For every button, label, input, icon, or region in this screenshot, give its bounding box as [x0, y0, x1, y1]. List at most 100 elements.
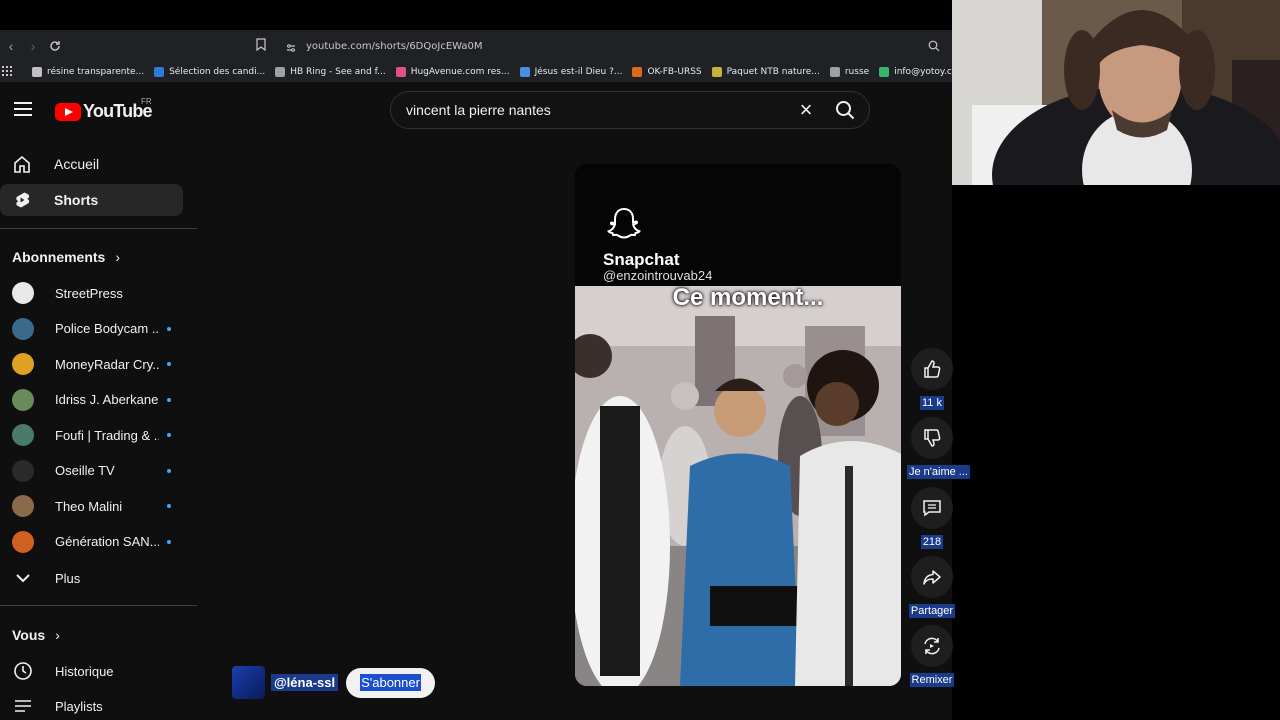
share-action[interactable]: Partager: [907, 556, 957, 619]
apps-icon[interactable]: [2, 63, 12, 81]
clear-search-icon[interactable]: ×: [791, 97, 821, 123]
bookmark-item[interactable]: résine transparente...: [32, 67, 144, 77]
sidebar-item-label: Accueil: [54, 156, 100, 172]
snapchat-ghost-icon: [607, 207, 641, 239]
bookmark-favicon-icon: [32, 67, 42, 77]
new-content-dot: [167, 326, 171, 331]
you-title: Vous: [12, 627, 46, 643]
bookmark-item[interactable]: Jésus est-il Dieu ?...: [519, 67, 622, 77]
search-box[interactable]: vincent la pierre nantes ×: [390, 91, 870, 129]
bookmark-label: info@yotoy.com: [894, 67, 952, 77]
subscriptions-title: Abonnements: [12, 249, 106, 265]
new-content-dot: [167, 362, 171, 366]
channel-avatar: [12, 459, 34, 482]
subscription-item[interactable]: Police Bodycam ...: [12, 317, 187, 341]
bookmark-favicon-icon: [632, 67, 643, 77]
remix-action[interactable]: Remixer: [907, 625, 957, 688]
sidebar: Accueil Shorts Abonnements › StreetPress…: [0, 138, 197, 720]
bookmark-item[interactable]: Sélection des candi...: [154, 67, 265, 77]
bookmark-favicon-icon: [829, 67, 840, 77]
comment-icon: [923, 500, 941, 517]
subscription-item[interactable]: Génération SAN...: [12, 530, 187, 554]
youtube-logo[interactable]: YouTube FR: [55, 97, 153, 122]
subscription-label: Idriss J. Aberkane: [55, 392, 159, 407]
menu-icon[interactable]: [14, 102, 32, 116]
site-info-icon[interactable]: [286, 40, 296, 58]
bookmark-favicon-icon: [154, 67, 165, 77]
subscribe-button[interactable]: S'abonner: [346, 667, 435, 698]
bookmark-favicon-icon: [879, 67, 890, 77]
bookmark-label: Paquet NTB nature...: [726, 67, 820, 77]
webcam-image: [952, 0, 1280, 185]
channel-avatar[interactable]: [232, 666, 265, 699]
like-count: 11 k: [920, 396, 944, 410]
sidebar-divider: [0, 605, 197, 606]
sidebar-more[interactable]: Plus: [12, 566, 187, 590]
subscription-item[interactable]: Theo Malini: [12, 494, 187, 518]
subscription-label: Police Bodycam ...: [55, 321, 159, 336]
sidebar-item-playlists[interactable]: Playlists: [12, 694, 187, 718]
snapchat-title: Snapchat: [603, 250, 680, 269]
bookmarks-bar: résine transparente... Sélection des cand…: [0, 62, 952, 82]
subscription-item[interactable]: Foufi | Trading & ...: [12, 423, 187, 447]
short-video-player[interactable]: Snapchat @enzointrouvab24 Ce moment...: [575, 164, 901, 686]
like-button[interactable]: [911, 348, 953, 390]
snapchat-handle: @enzointrouvab24: [603, 268, 713, 283]
bookmark-item[interactable]: HugAvenue.com res...: [395, 67, 510, 77]
bookmark-label: russe: [844, 67, 870, 77]
search-button[interactable]: [821, 92, 869, 128]
subscription-item[interactable]: MoneyRadar Cry...: [12, 352, 187, 376]
new-content-dot: [167, 468, 171, 473]
dislike-button[interactable]: [911, 417, 953, 459]
bookmark-item[interactable]: HB Ring - See and f...: [275, 67, 386, 77]
sidebar-item-home[interactable]: Accueil: [0, 148, 183, 180]
subscription-item[interactable]: Oseille TV: [12, 459, 187, 483]
bookmark-favicon-icon: [711, 67, 722, 77]
like-action[interactable]: 11 k: [907, 348, 957, 411]
channel-name[interactable]: @léna-ssl: [271, 674, 339, 691]
subscriptions-header[interactable]: Abonnements ›: [12, 249, 120, 265]
comments-action[interactable]: 218: [907, 487, 957, 550]
subscription-label: Theo Malini: [55, 498, 123, 514]
bookmark-label: HugAvenue.com res...: [410, 67, 510, 77]
chevron-right-icon: ›: [115, 249, 121, 265]
dislike-action[interactable]: Je n'aime ...: [907, 417, 970, 480]
address-bar[interactable]: youtube.com/shorts/6DQoJcEWa0M: [256, 34, 948, 58]
sidebar-item-history[interactable]: Historique: [12, 659, 187, 683]
subscription-label: Foufi | Trading & ...: [55, 427, 159, 443]
zoom-icon[interactable]: [928, 39, 940, 57]
search-input[interactable]: vincent la pierre nantes: [406, 102, 791, 118]
youtube-header: YouTube FR vincent la pierre nantes ×: [0, 82, 952, 138]
subscription-item[interactable]: StreetPress: [12, 281, 187, 305]
bookmark-item[interactable]: russe: [829, 67, 870, 77]
forward-icon[interactable]: ›: [22, 35, 44, 57]
bookmark-item[interactable]: info@yotoy.com: [879, 67, 952, 77]
back-icon[interactable]: ‹: [0, 35, 22, 57]
thumbs-down-icon: [924, 429, 941, 447]
reload-icon[interactable]: [44, 35, 66, 57]
sidebar-item-shorts[interactable]: Shorts: [0, 184, 183, 216]
home-icon: [14, 155, 30, 173]
share-icon: [923, 570, 941, 585]
webcam-overlay: [952, 0, 1280, 185]
share-button[interactable]: [911, 556, 953, 598]
video-frame: [575, 286, 901, 686]
bookmark-icon[interactable]: [256, 38, 266, 56]
subscription-item[interactable]: Idriss J. Aberkane: [12, 388, 187, 412]
url-text: youtube.com/shorts/6DQoJcEWa0M: [306, 40, 483, 52]
history-icon: [14, 662, 32, 680]
browser-toolbar: ‹ › youtube.com/shorts/6DQoJcEWa0M: [0, 30, 952, 62]
channel-row: @léna-ssl S'abonner: [232, 666, 435, 699]
new-content-dot: [167, 397, 171, 402]
sidebar-more-label: Plus: [55, 570, 81, 586]
bookmark-item[interactable]: OK-FB-URSS: [632, 67, 702, 77]
bookmark-label: résine transparente...: [47, 67, 145, 77]
comment-count: 218: [920, 535, 944, 549]
shorts-icon: [16, 192, 30, 208]
you-header[interactable]: Vous ›: [12, 627, 60, 643]
comments-button[interactable]: [911, 487, 953, 529]
thumbs-up-icon: [924, 360, 941, 378]
remix-button[interactable]: [911, 625, 953, 667]
bookmark-item[interactable]: Paquet NTB nature...: [711, 67, 820, 77]
subscription-label: StreetPress: [55, 285, 123, 301]
